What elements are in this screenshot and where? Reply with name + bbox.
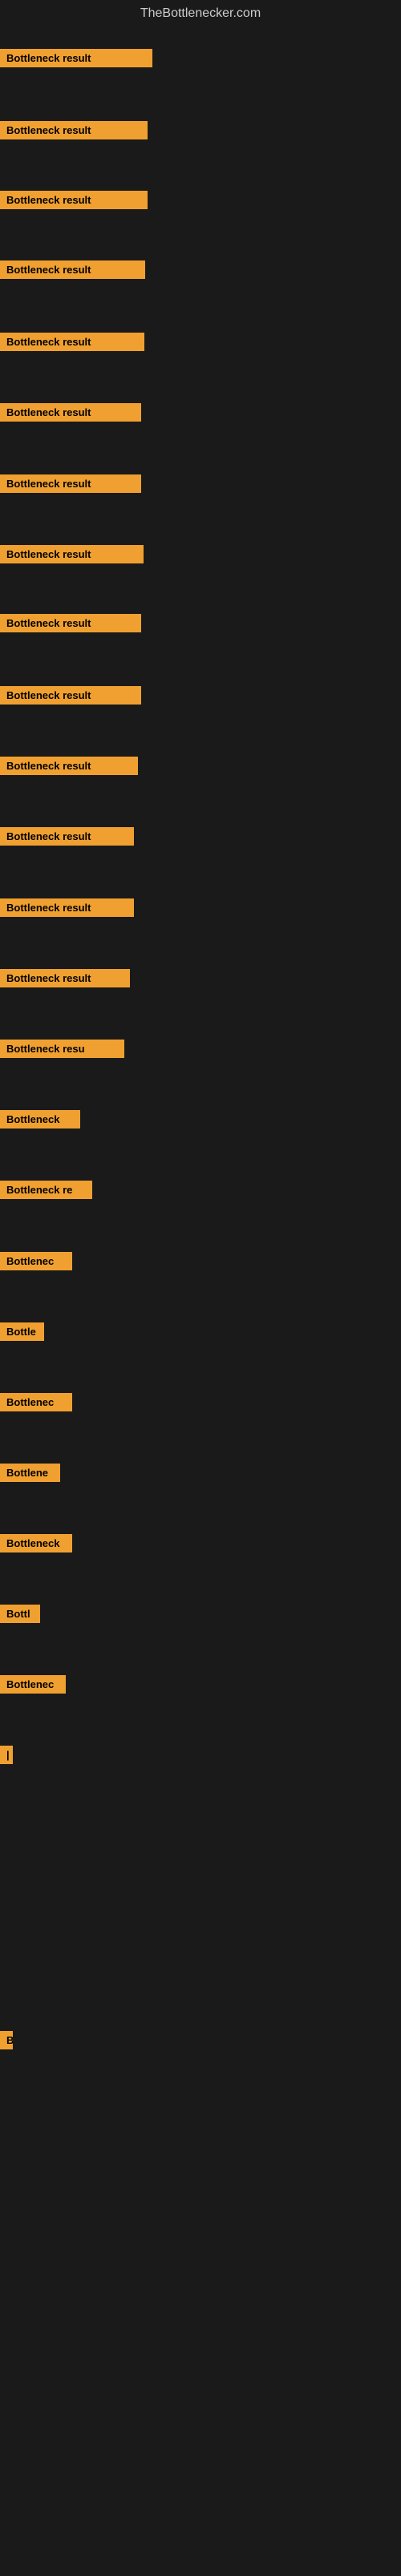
bar-label-19: Bottle [0,1322,44,1341]
bar-label-9: Bottleneck result [0,614,141,632]
bottleneck-bar-2[interactable]: Bottleneck result [0,121,148,143]
bottleneck-bar-12[interactable]: Bottleneck result [0,827,134,850]
bar-label-5: Bottleneck result [0,333,144,351]
bottleneck-bar-18[interactable]: Bottlenec [0,1252,72,1274]
bar-label-26: B [0,2031,13,2049]
bar-label-8: Bottleneck result [0,545,144,563]
bar-label-21: Bottlene [0,1464,60,1482]
bar-label-6: Bottleneck result [0,403,141,422]
bottleneck-bar-20[interactable]: Bottlenec [0,1393,72,1415]
bar-label-11: Bottleneck result [0,757,138,775]
bar-label-16: Bottleneck [0,1110,80,1129]
bar-label-14: Bottleneck result [0,969,130,987]
bar-label-3: Bottleneck result [0,191,148,209]
bar-label-1: Bottleneck result [0,49,152,67]
bottleneck-bar-23[interactable]: Bottl [0,1605,40,1627]
bar-label-24: Bottlenec [0,1675,66,1694]
bottleneck-bar-6[interactable]: Bottleneck result [0,403,141,426]
bottleneck-bar-9[interactable]: Bottleneck result [0,614,141,636]
bar-label-22: Bottleneck [0,1534,72,1552]
bottleneck-bar-25[interactable]: | [0,1746,13,1768]
bottleneck-bar-15[interactable]: Bottleneck resu [0,1040,124,1062]
bar-label-23: Bottl [0,1605,40,1623]
bottleneck-bar-13[interactable]: Bottleneck result [0,898,134,921]
bottleneck-bar-16[interactable]: Bottleneck [0,1110,80,1133]
bottleneck-bar-26[interactable]: B [0,2031,13,2053]
bar-label-20: Bottlenec [0,1393,72,1411]
bar-label-13: Bottleneck result [0,898,134,917]
bar-label-15: Bottleneck resu [0,1040,124,1058]
bottleneck-bar-8[interactable]: Bottleneck result [0,545,144,567]
bottleneck-bar-11[interactable]: Bottleneck result [0,757,138,779]
bottleneck-bar-17[interactable]: Bottleneck re [0,1181,92,1203]
bar-label-17: Bottleneck re [0,1181,92,1199]
bottleneck-bar-3[interactable]: Bottleneck result [0,191,148,213]
bar-label-18: Bottlenec [0,1252,72,1270]
bar-label-2: Bottleneck result [0,121,148,139]
bottleneck-bar-22[interactable]: Bottleneck [0,1534,72,1557]
site-title: TheBottlenecker.com [0,0,401,27]
bottleneck-bar-19[interactable]: Bottle [0,1322,44,1345]
bottleneck-bar-24[interactable]: Bottlenec [0,1675,66,1698]
bottleneck-bar-7[interactable]: Bottleneck result [0,474,141,497]
bottleneck-bar-10[interactable]: Bottleneck result [0,686,141,709]
bar-label-4: Bottleneck result [0,260,145,279]
bar-label-12: Bottleneck result [0,827,134,846]
bottleneck-bar-21[interactable]: Bottlene [0,1464,60,1486]
bar-label-25: | [0,1746,13,1764]
bottleneck-bar-4[interactable]: Bottleneck result [0,260,145,283]
bar-label-10: Bottleneck result [0,686,141,705]
bottleneck-bar-5[interactable]: Bottleneck result [0,333,144,355]
bottleneck-bar-14[interactable]: Bottleneck result [0,969,130,991]
bar-label-7: Bottleneck result [0,474,141,493]
bottleneck-bar-1[interactable]: Bottleneck result [0,49,152,71]
